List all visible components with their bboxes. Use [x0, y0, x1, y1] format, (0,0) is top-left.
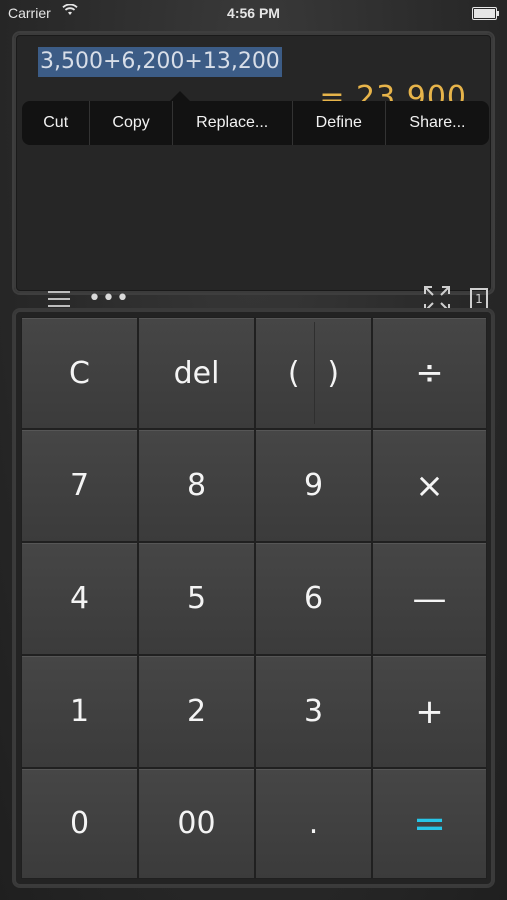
- key-3[interactable]: 3: [256, 656, 371, 767]
- calculator-display[interactable]: 3,500+6,200+13,200 = 23,900 ••• 1: [14, 33, 493, 312]
- key-8[interactable]: 8: [139, 430, 254, 541]
- key-equals[interactable]: =: [373, 769, 486, 878]
- context-share[interactable]: Share...: [386, 101, 489, 145]
- key-6[interactable]: 6: [256, 543, 371, 654]
- key-delete[interactable]: del: [139, 318, 254, 428]
- key-7[interactable]: 7: [22, 430, 137, 541]
- key-0[interactable]: 0: [22, 769, 137, 878]
- key-paren-left[interactable]: (: [288, 356, 300, 391]
- more-dots-icon[interactable]: •••: [88, 286, 130, 311]
- key-parentheses[interactable]: ( ): [256, 318, 371, 428]
- battery-icon: [472, 7, 499, 20]
- key-multiply[interactable]: ×: [373, 430, 486, 541]
- key-subtract[interactable]: —: [373, 543, 486, 654]
- key-decimal[interactable]: .: [256, 769, 371, 878]
- hamburger-menu-icon[interactable]: [48, 290, 70, 308]
- context-define[interactable]: Define: [293, 101, 386, 145]
- key-clear[interactable]: C: [22, 318, 137, 428]
- context-cut[interactable]: Cut: [22, 101, 91, 145]
- paren-divider: [314, 322, 315, 424]
- context-replace[interactable]: Replace...: [173, 101, 293, 145]
- key-add[interactable]: +: [373, 656, 486, 767]
- status-time: 4:56 PM: [227, 5, 280, 21]
- expression-text[interactable]: 3,500+6,200+13,200: [38, 47, 282, 77]
- key-9[interactable]: 9: [256, 430, 371, 541]
- key-paren-right[interactable]: ): [327, 356, 339, 391]
- key-divide[interactable]: ÷: [373, 318, 486, 428]
- keypad: C del ( ) ÷ 7 8 9 × 4 5 6 — 1 2 3 + 0 00…: [14, 310, 493, 886]
- page-counter-icon[interactable]: 1: [470, 288, 488, 311]
- key-5[interactable]: 5: [139, 543, 254, 654]
- key-00[interactable]: 00: [139, 769, 254, 878]
- expand-icon[interactable]: [423, 285, 451, 313]
- context-menu-arrow: [170, 91, 190, 101]
- key-2[interactable]: 2: [139, 656, 254, 767]
- key-1[interactable]: 1: [22, 656, 137, 767]
- key-4[interactable]: 4: [22, 543, 137, 654]
- text-context-menu: Cut Copy Replace... Define Share...: [22, 91, 489, 145]
- status-bar: Carrier 4:56 PM: [0, 0, 507, 28]
- context-copy[interactable]: Copy: [90, 101, 173, 145]
